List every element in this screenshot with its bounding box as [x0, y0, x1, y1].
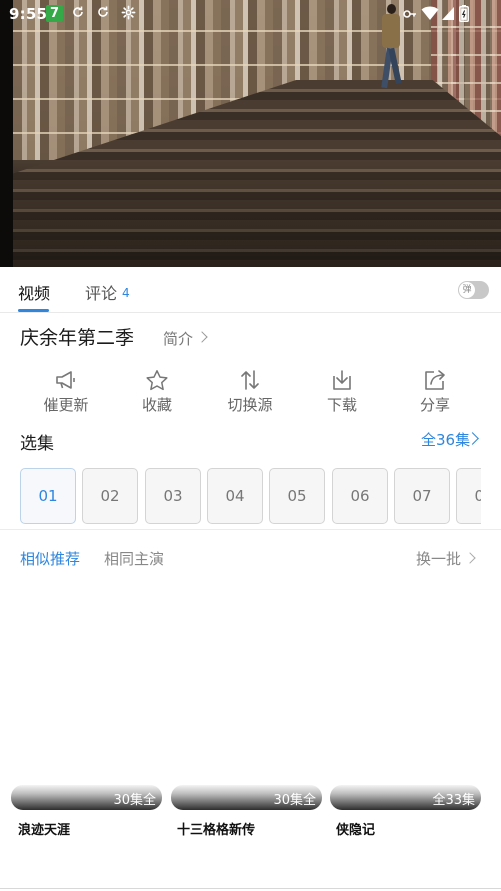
episode-item[interactable]: 04 — [207, 468, 263, 524]
episode-item[interactable]: 03 — [145, 468, 201, 524]
tab-comments[interactable]: 评论 — [85, 280, 117, 304]
tab-active-indicator — [18, 309, 49, 312]
episode-item[interactable]: 07 — [394, 468, 450, 524]
comment-count-badge: 4 — [122, 286, 130, 300]
episodes-title: 选集 — [20, 434, 54, 454]
intro-link[interactable]: 简介 — [163, 328, 193, 349]
star-icon — [146, 370, 168, 391]
download-button[interactable]: 下载 — [307, 369, 377, 419]
video-frame[interactable] — [13, 0, 501, 267]
episode-item[interactable]: 05 — [269, 468, 325, 524]
recommend-card-title[interactable]: 十三格格新传 — [177, 819, 255, 838]
urge-update-button[interactable]: 催更新 — [31, 369, 101, 419]
gear-icon — [120, 5, 136, 21]
episode-item[interactable]: 08 — [456, 468, 481, 524]
favorite-label: 收藏 — [141, 396, 172, 414]
vpn-key-icon — [402, 5, 418, 21]
episode-item[interactable]: 06 — [332, 468, 388, 524]
video-player[interactable]: 9:55 7 — [0, 0, 501, 267]
episode-list[interactable]: 01 02 03 04 05 06 07 08 — [20, 468, 481, 524]
section-divider — [0, 529, 501, 530]
recommend-card-badge[interactable]: 全33集 — [330, 785, 481, 810]
person-leg — [388, 47, 402, 85]
episode-count-badge: 30集全 — [273, 793, 316, 808]
battery-icon — [459, 5, 469, 22]
wifi-icon — [421, 5, 439, 21]
swap-icon — [241, 370, 259, 390]
recommend-card-title[interactable]: 浪迹天涯 — [18, 819, 70, 838]
status-bar: 9:55 7 — [0, 0, 501, 28]
tab-similar[interactable]: 相似推荐 — [20, 548, 80, 569]
sync-icon — [70, 5, 86, 21]
sync-icon — [95, 5, 111, 21]
detail-tabs: 视频 评论 4 — [0, 267, 501, 313]
share-icon — [425, 370, 445, 390]
megaphone-icon — [56, 371, 75, 389]
recommend-card-badge[interactable]: 30集全 — [171, 785, 322, 810]
bottom-divider — [0, 888, 501, 889]
chevron-right-icon — [196, 331, 208, 343]
episode-count-badge: 30集全 — [113, 793, 156, 808]
status-time: 9:55 — [9, 5, 48, 23]
favorite-button[interactable]: 收藏 — [122, 369, 192, 419]
signal-icon — [441, 5, 455, 21]
recommend-card-title[interactable]: 侠隐记 — [336, 819, 375, 838]
notification-badge: 7 — [46, 5, 63, 22]
switch-source-button[interactable]: 切换源 — [215, 369, 285, 419]
refresh-button[interactable]: 换一批 — [416, 548, 461, 569]
urge-update-label: 催更新 — [43, 396, 89, 414]
download-icon — [333, 370, 351, 390]
chevron-right-icon — [464, 552, 476, 564]
episode-count-badge: 全33集 — [432, 793, 475, 808]
show-title: 庆余年第二季 — [20, 327, 135, 349]
floor-shade — [13, 160, 501, 267]
danmu-toggle-knob: 弹 — [459, 282, 475, 298]
all-episodes-link[interactable]: 全36集 — [421, 429, 470, 450]
tab-same-cast[interactable]: 相同主演 — [104, 548, 164, 569]
danmu-toggle[interactable]: 弹 — [458, 281, 489, 299]
share-label: 分享 — [419, 396, 450, 414]
switch-source-label: 切换源 — [227, 396, 273, 414]
share-button[interactable]: 分享 — [400, 369, 470, 419]
episode-item[interactable]: 02 — [82, 468, 138, 524]
episode-item[interactable]: 01 — [20, 468, 76, 524]
tab-video[interactable]: 视频 — [18, 280, 50, 304]
download-label: 下载 — [326, 396, 357, 414]
recommend-card-badge[interactable]: 30集全 — [11, 785, 162, 810]
